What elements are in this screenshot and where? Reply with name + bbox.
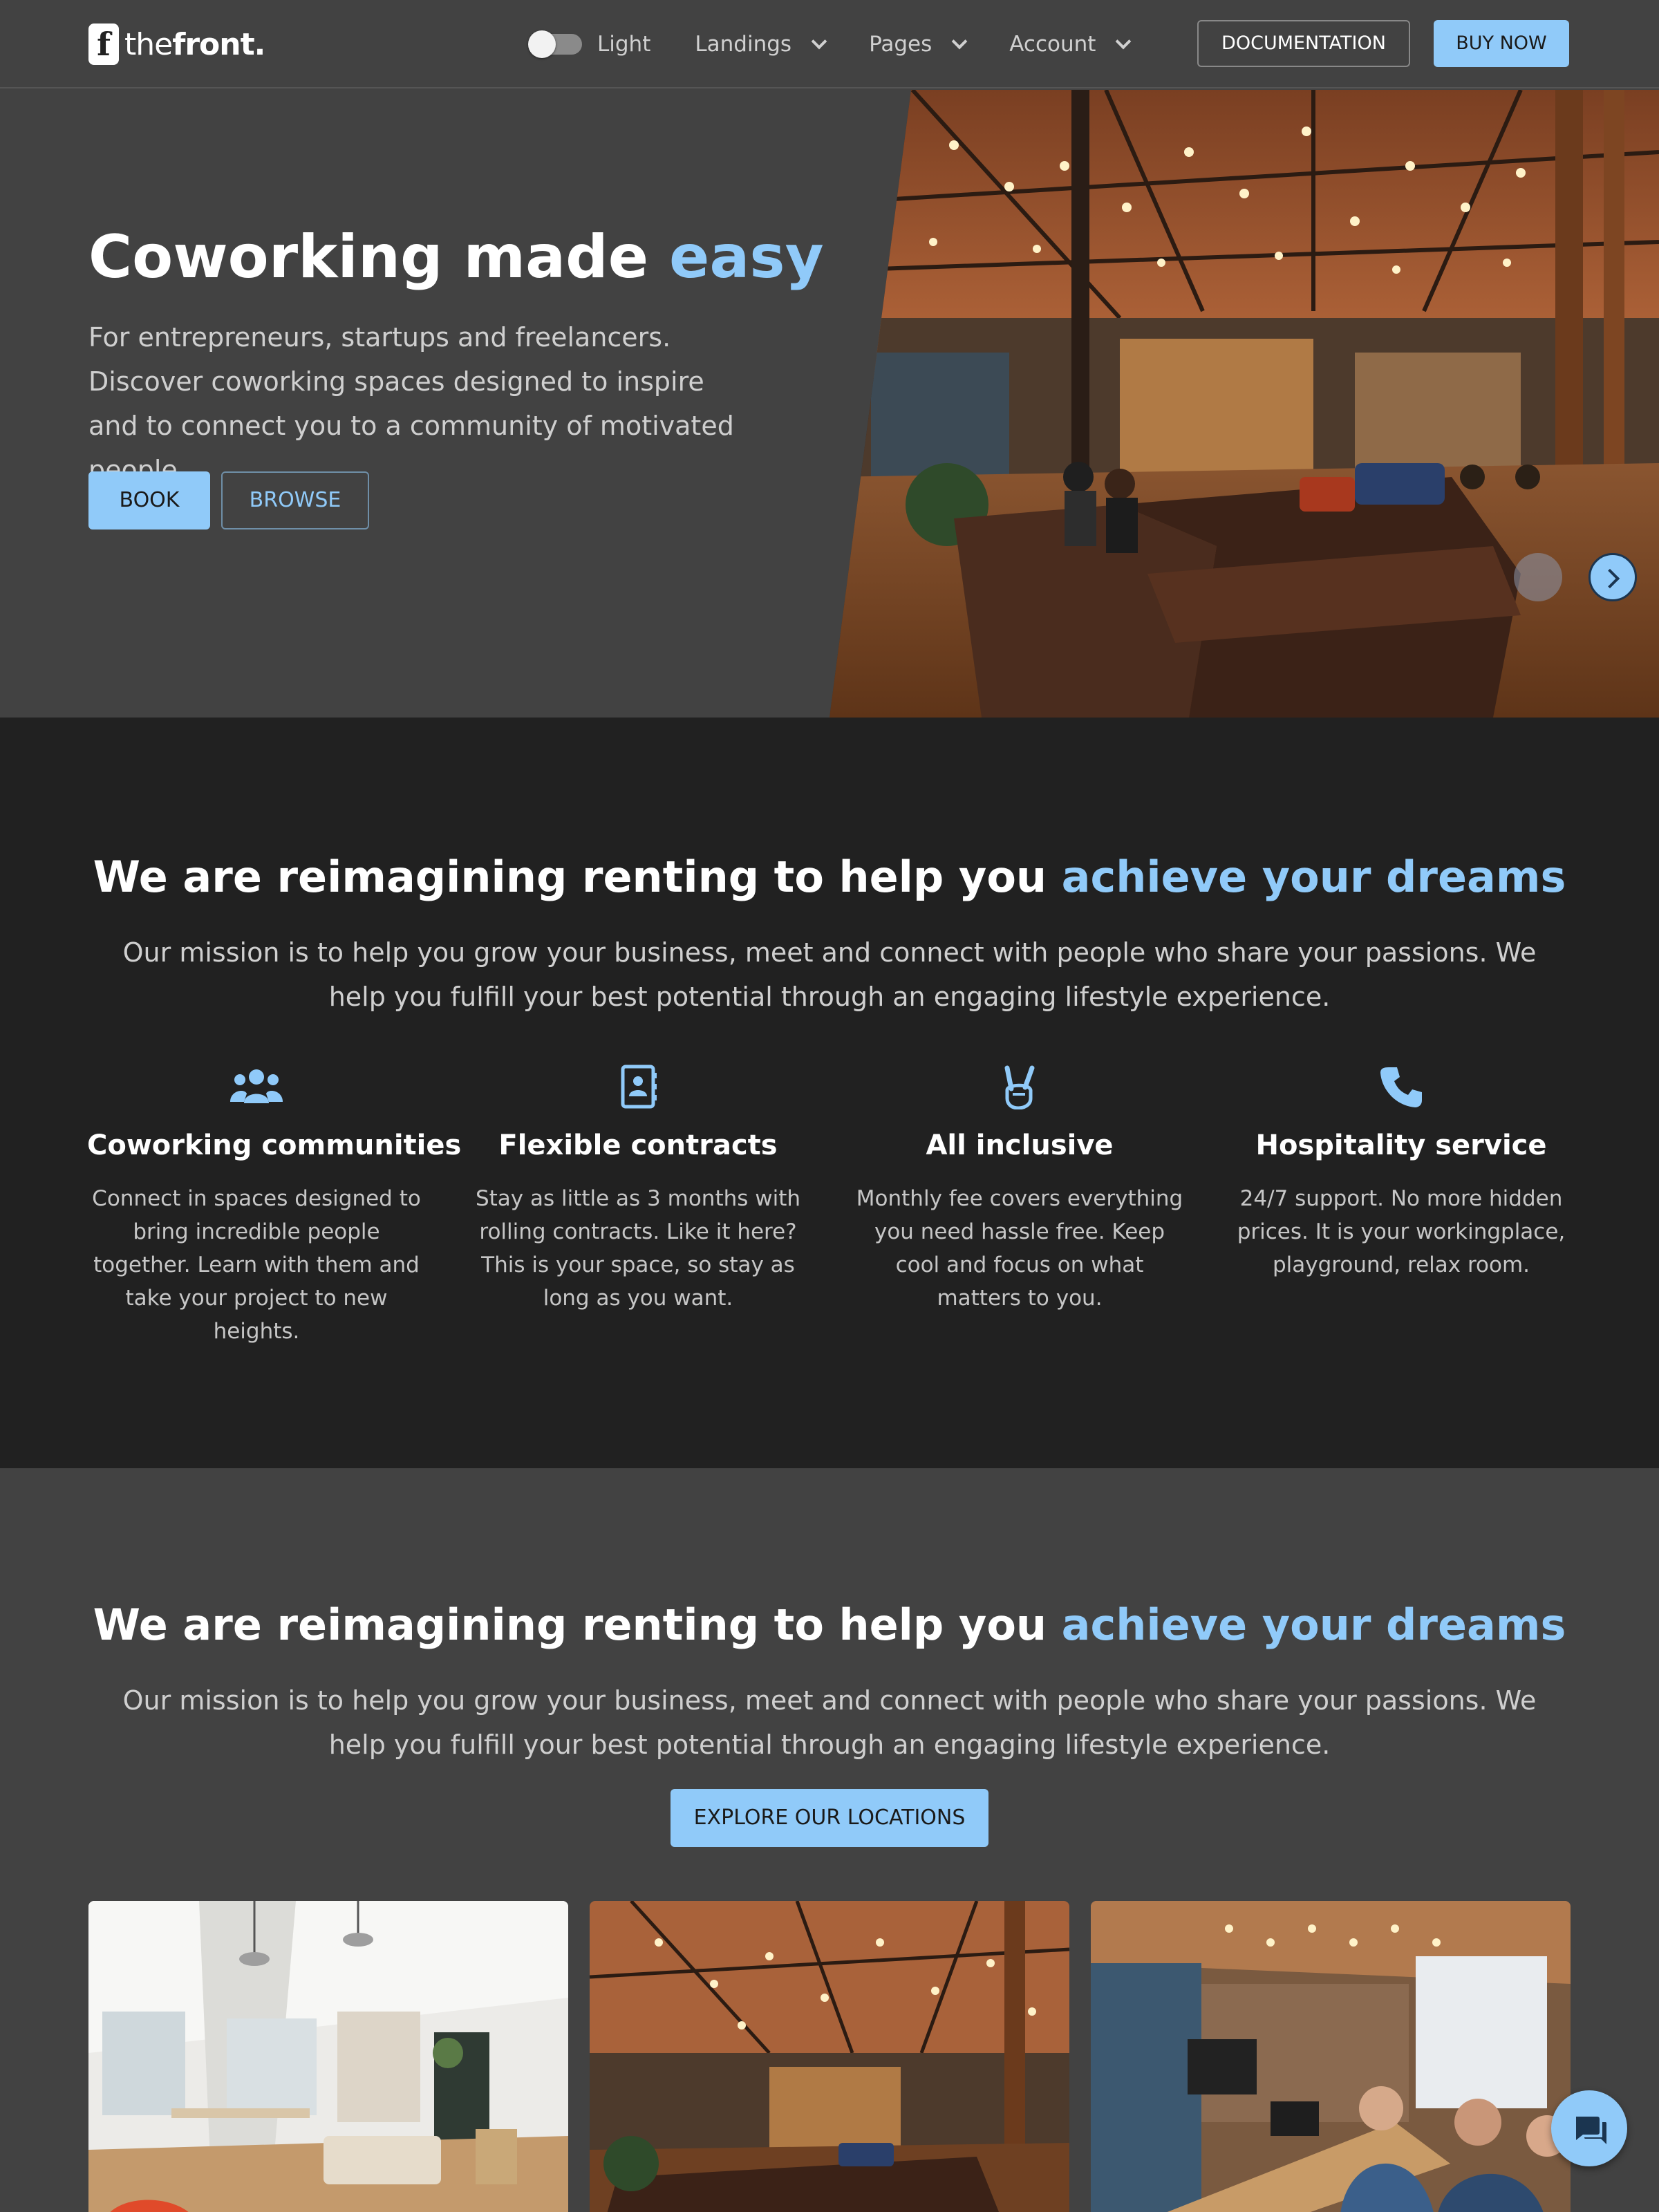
feature-card-flexible-contracts: Flexible contracts Stay as little as 3 m… <box>469 1062 807 1315</box>
feature-text: Stay as little as 3 months with rolling … <box>475 1186 801 1311</box>
hero-section: Coworking made easy For entrepreneurs, s… <box>0 90 1659 718</box>
main-nav: Light Landings Pages Account <box>528 26 1132 62</box>
hero-title-accent: easy <box>669 223 824 292</box>
logo-text-the: the <box>124 26 173 62</box>
chevron-right-icon <box>1600 568 1620 589</box>
logo-wordmark: thefront. <box>124 27 265 62</box>
nav-landings[interactable]: Landings <box>695 32 827 57</box>
location-card[interactable] <box>88 1901 568 2212</box>
features-title-accent: achieve your dreams <box>1061 852 1566 902</box>
hero-title: Coworking made easy <box>88 223 824 292</box>
locations-title: We are reimagining renting to help you a… <box>0 1600 1659 1650</box>
theme-label: Light <box>597 32 651 57</box>
bright-office-photo <box>88 1901 568 2212</box>
nav-landings-label: Landings <box>695 32 792 57</box>
locations-subtitle: Our mission is to help you grow your bus… <box>122 1685 1537 1760</box>
chevron-down-icon <box>1116 33 1132 50</box>
chevron-down-icon <box>811 33 827 50</box>
feature-text: Monthly fee covers everything you need h… <box>856 1186 1183 1311</box>
feature-card-hospitality-service: Hospitality service 24/7 support. No mor… <box>1232 1062 1571 1282</box>
nav-pages[interactable]: Pages <box>869 32 968 57</box>
lounge-photo <box>590 1901 1069 2212</box>
feature-title: Hospitality service <box>1255 1130 1547 1161</box>
feature-card-coworking-communities: Coworking communities Connect in spaces … <box>87 1062 462 1348</box>
contact-book-icon <box>469 1062 807 1112</box>
team-desk-photo <box>1091 1901 1571 2212</box>
nav-account[interactable]: Account <box>1009 32 1132 57</box>
theme-toggle-switch[interactable] <box>528 30 582 58</box>
feature-title: Coworking communities <box>87 1130 462 1161</box>
feature-text: Connect in spaces designed to bring incr… <box>92 1186 421 1344</box>
hero-coworking-photo <box>830 90 1659 718</box>
locations-section: We are reimagining renting to help you a… <box>0 1468 1659 2212</box>
carousel-prev-button[interactable] <box>1514 553 1562 601</box>
browse-button[interactable]: BROWSE <box>221 471 369 529</box>
feature-title: All inclusive <box>926 1130 1114 1161</box>
location-card[interactable] <box>590 1901 1069 2212</box>
logo-mark: f <box>88 24 119 65</box>
phone-icon <box>1232 1062 1571 1112</box>
feature-text: 24/7 support. No more hidden prices. It … <box>1237 1186 1566 1277</box>
hero-title-main: Coworking made <box>88 223 670 292</box>
locations-title-main: We are reimagining renting to help you <box>93 1600 1062 1650</box>
nav-pages-label: Pages <box>869 32 932 57</box>
nav-account-label: Account <box>1009 32 1096 57</box>
logo-text-front: front. <box>172 26 265 62</box>
theme-toggle-knob <box>528 30 556 58</box>
locations-title-accent: achieve your dreams <box>1061 1600 1566 1650</box>
feature-card-all-inclusive: All inclusive Monthly fee covers everyth… <box>850 1062 1189 1315</box>
features-section: We are reimagining renting to help you a… <box>0 718 1659 1468</box>
documentation-button[interactable]: DOCUMENTATION <box>1197 20 1410 67</box>
chat-bubble-icon <box>1576 2117 1606 2144</box>
users-icon <box>87 1062 426 1112</box>
feature-title: Flexible contracts <box>498 1130 778 1161</box>
book-button[interactable]: BOOK <box>88 471 210 529</box>
features-title: We are reimagining renting to help you a… <box>0 852 1659 902</box>
top-navigation-bar: f thefront. Light Landings Pages Account… <box>0 0 1659 88</box>
buy-now-button[interactable]: BUY NOW <box>1434 20 1569 67</box>
chat-button[interactable] <box>1551 2090 1627 2166</box>
peace-hand-icon <box>850 1062 1189 1112</box>
features-title-main: We are reimagining renting to help you <box>93 852 1062 902</box>
chevron-down-icon <box>951 33 968 50</box>
hero-subtitle: For entrepreneurs, startups and freelanc… <box>88 322 734 485</box>
explore-locations-button[interactable]: EXPLORE OUR LOCATIONS <box>671 1789 988 1847</box>
thefront-logo[interactable]: f thefront. <box>88 24 265 65</box>
coworking-lounge-illustration <box>830 90 1659 718</box>
location-card[interactable] <box>1091 1901 1571 2212</box>
carousel-next-button[interactable] <box>1588 553 1637 601</box>
features-subtitle: Our mission is to help you grow your bus… <box>122 937 1537 1012</box>
